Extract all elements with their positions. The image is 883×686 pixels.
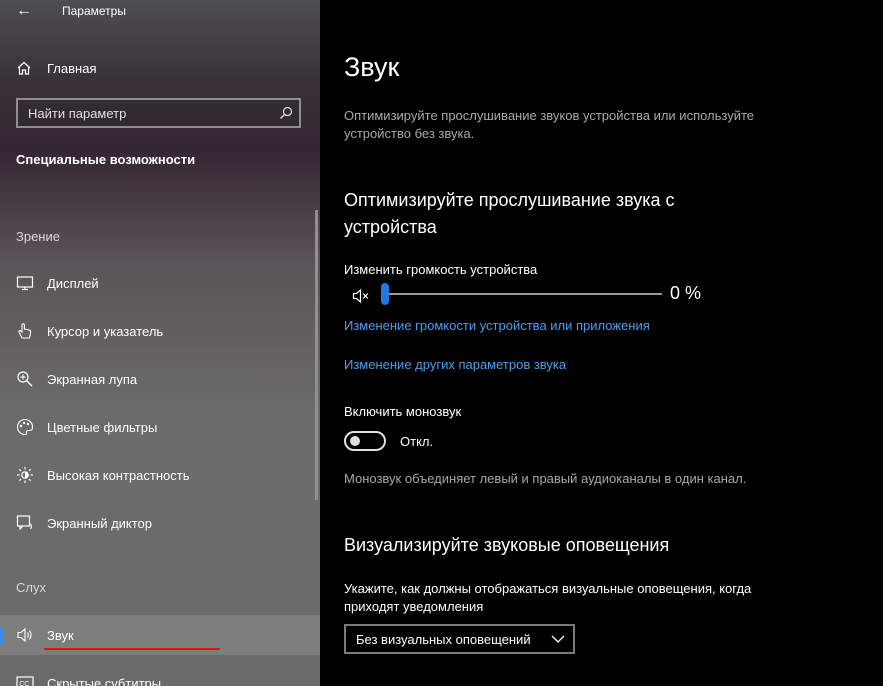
sidebar-scrollbar[interactable]	[315, 210, 318, 500]
contrast-icon	[17, 467, 33, 483]
home-link[interactable]: Главная	[16, 58, 96, 78]
sidebar-item-label: Экранный диктор	[47, 515, 153, 531]
page-description: Оптимизируйте прослушивание звуков устро…	[344, 108, 755, 141]
sidebar-item-label: Высокая контрастность	[47, 467, 190, 483]
visual-alerts-dropdown[interactable]: Без визуальных оповещений	[344, 624, 575, 654]
mono-audio-note: Монозвук объединяет левый и правый аудио…	[344, 471, 747, 486]
volume-value: 0 %	[670, 283, 702, 303]
app-title: Параметры	[62, 4, 126, 18]
link-other-sound-settings[interactable]: Изменение других параметров звука	[344, 357, 566, 372]
title-bar: ← Параметры	[0, 0, 320, 26]
mono-audio-label: Включить монозвук	[344, 404, 462, 419]
volume-slider-track[interactable]	[384, 293, 662, 295]
mono-audio-state: Откл.	[400, 434, 434, 449]
toggle-knob	[350, 436, 360, 446]
narrator-icon	[16, 515, 33, 531]
page-title: Звук	[344, 52, 400, 82]
sidebar-item-label: Экранная лупа	[47, 371, 138, 387]
mute-icon[interactable]	[352, 287, 372, 305]
section-heading-device-sound: Оптимизируйте прослушивание звука с устр…	[344, 190, 675, 237]
mono-audio-toggle[interactable]	[344, 431, 386, 451]
chevron-down-icon	[551, 635, 565, 643]
sidebar-item-cursor[interactable]: Курсор и указатель	[0, 311, 320, 351]
home-icon	[17, 61, 31, 75]
magnifier-icon	[17, 371, 33, 387]
sidebar-item-label: Цветные фильтры	[47, 419, 158, 435]
captions-icon: CC	[16, 676, 34, 686]
sidebar-item-display[interactable]: Дисплей	[0, 263, 320, 303]
visual-alerts-selected: Без визуальных оповещений	[356, 632, 531, 647]
sidebar-item-label: Дисплей	[47, 275, 99, 291]
group-label-hearing: Слух	[16, 580, 46, 595]
volume-label: Изменить громкость устройства	[344, 262, 538, 277]
cursor-icon	[18, 323, 32, 339]
annotation-underline	[44, 648, 220, 650]
back-arrow-icon[interactable]: ←	[16, 2, 32, 20]
display-icon	[16, 276, 34, 291]
sidebar-item-magnifier[interactable]: Экранная лупа	[0, 359, 320, 399]
sidebar-item-captions[interactable]: CC Скрытые субтитры	[0, 663, 320, 686]
visual-alerts-label: Укажите, как должны отображаться визуаль…	[344, 581, 752, 614]
sidebar-item-high-contrast[interactable]: Высокая контрастность	[0, 455, 320, 495]
volume-slider-thumb[interactable]	[381, 283, 389, 305]
sidebar-item-narrator[interactable]: Экранный диктор	[0, 503, 320, 543]
home-label: Главная	[47, 60, 97, 76]
search-input[interactable]: Найти параметр	[16, 98, 301, 128]
main-content: Звук Оптимизируйте прослушивание звуков …	[320, 0, 883, 686]
sidebar-item-label: Звук	[47, 627, 74, 643]
color-filter-icon	[17, 418, 34, 436]
search-placeholder: Найти параметр	[28, 106, 127, 121]
sidebar-item-label: Скрытые субтитры	[47, 675, 162, 686]
sidebar-item-color-filters[interactable]: Цветные фильтры	[0, 407, 320, 447]
speaker-icon	[17, 627, 32, 643]
selection-indicator	[0, 627, 3, 645]
group-label-vision: Зрение	[16, 229, 60, 244]
sidebar-item-label: Курсор и указатель	[47, 323, 164, 339]
svg-text:CC: CC	[19, 681, 29, 686]
section-heading-visual-alerts: Визуализируйте звуковые оповещения	[344, 535, 670, 555]
section-title: Специальные возможности	[16, 152, 196, 167]
search-icon[interactable]	[279, 106, 293, 120]
link-device-app-volume[interactable]: Изменение громкости устройства или прило…	[344, 318, 650, 333]
sidebar: ← Параметры Главная Найти параметр Специ…	[0, 0, 320, 686]
